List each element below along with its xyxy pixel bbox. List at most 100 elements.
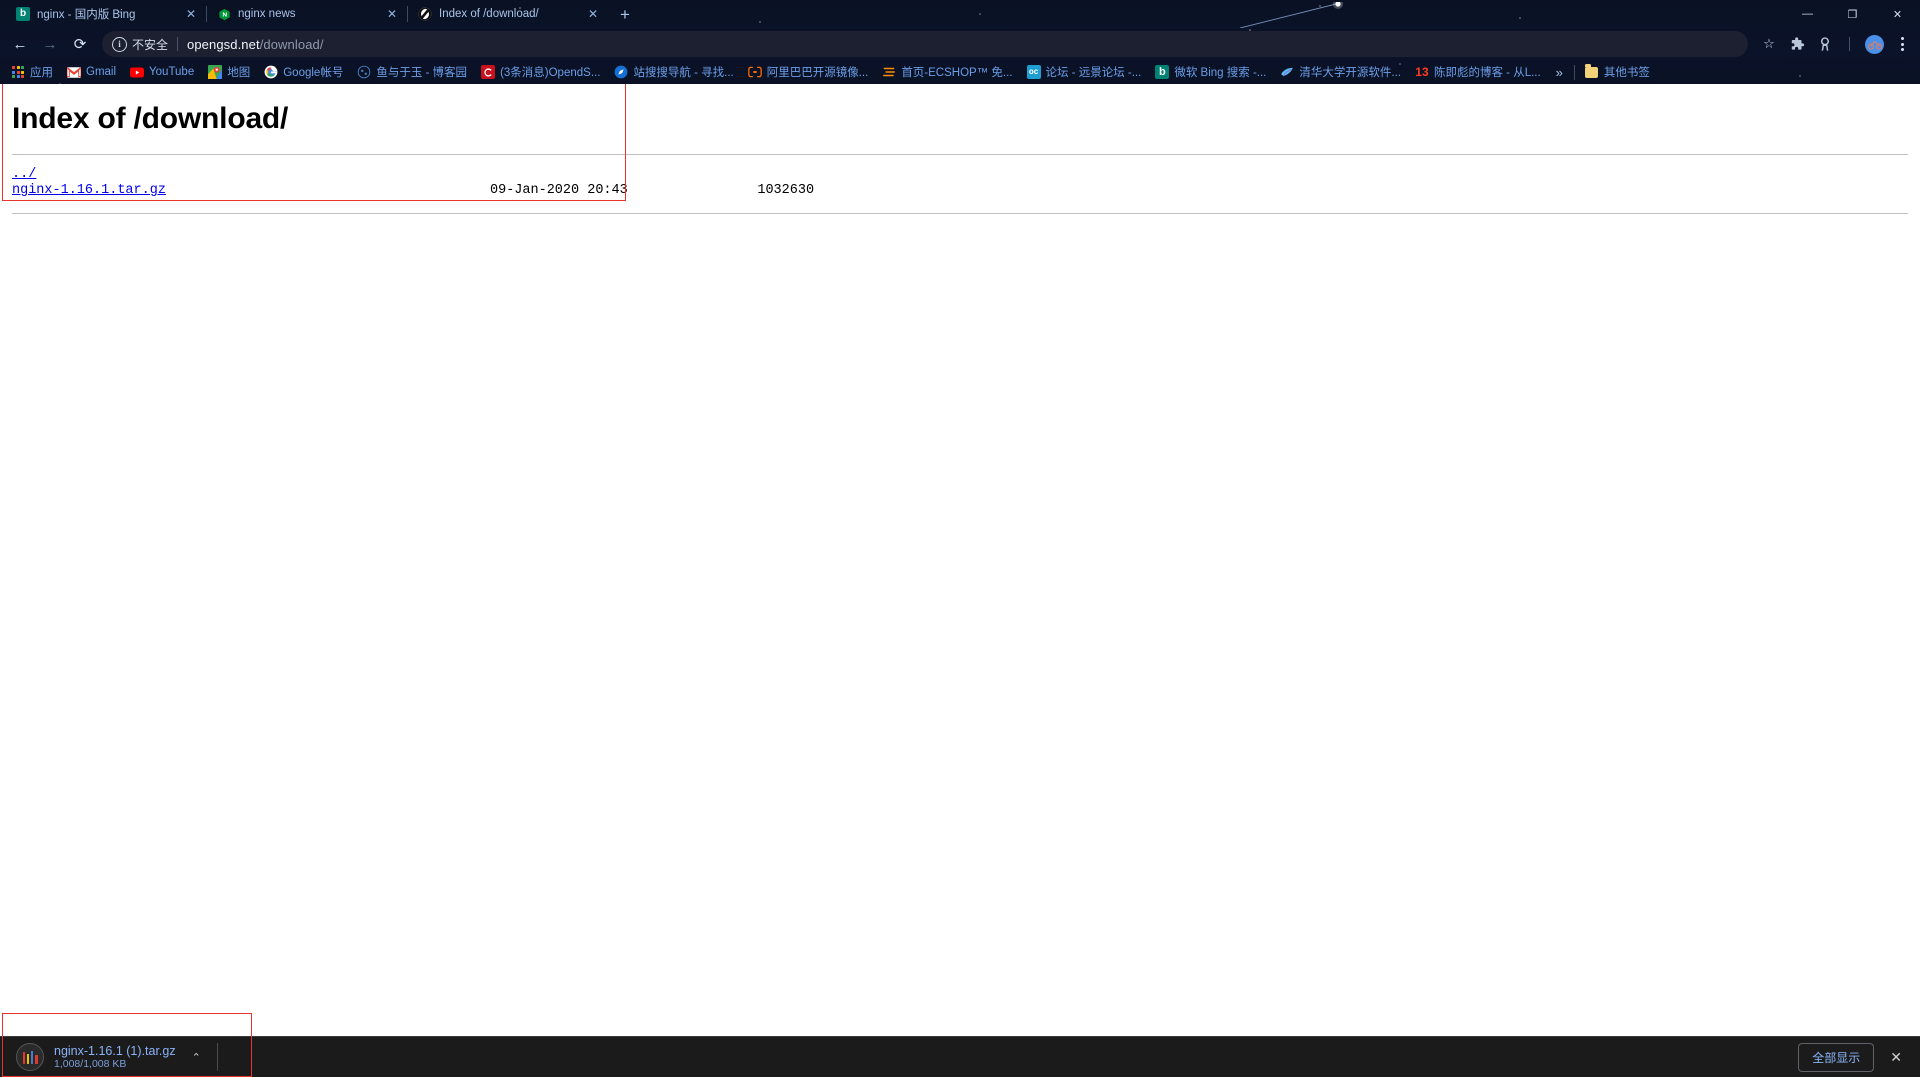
url-path: /download/	[259, 36, 324, 52]
bookmark-item-apps[interactable]: 应用	[4, 61, 60, 83]
bookmark-item-youtube[interactable]: YouTube	[123, 61, 201, 83]
omnibox-divider	[177, 37, 179, 51]
tab-2-active[interactable]: Index of /download/ ✕	[408, 0, 608, 28]
forward-button[interactable]: →	[36, 30, 64, 58]
show-all-downloads-button[interactable]: 全部显示	[1798, 1042, 1875, 1072]
ecshop-icon	[882, 65, 896, 79]
bookmark-item-tuna[interactable]: 清华大学开源软件...	[1273, 61, 1408, 83]
bookmark-item-csdn[interactable]: (3条消息)OpendS...	[474, 61, 607, 83]
gmail-icon	[67, 65, 81, 79]
bookmark-item-other-bookmarks[interactable]: 其他书签	[1578, 61, 1657, 83]
bookmark-label: 应用	[30, 67, 53, 79]
directory-index-page: Index of /download/ ../ nginx-1.16.1.tar…	[0, 102, 1920, 214]
bookmark-item-bing[interactable]: b 微软 Bing 搜索 -...	[1148, 61, 1273, 83]
security-label: 不安全	[132, 37, 169, 52]
maximize-button[interactable]: ❐	[1830, 0, 1875, 28]
horizontal-rule	[12, 154, 1908, 155]
reload-button[interactable]: ⟳	[66, 30, 94, 58]
bookmark-label: (3条消息)OpendS...	[500, 67, 601, 79]
bookmark-item-zhansousou[interactable]: 站搜搜导航 - 寻找...	[607, 61, 740, 83]
cnblogs-icon	[357, 65, 371, 79]
bing-icon: b	[1155, 65, 1170, 79]
bookmark-label: Google帐号	[283, 67, 344, 79]
bookmark-label: 首页-ECSHOP™ 免...	[901, 67, 1013, 79]
bookmarks-overflow-button[interactable]: »	[1548, 65, 1571, 80]
tab-close-icon[interactable]: ✕	[586, 7, 600, 21]
window-controls: — ❐ ✕	[1785, 0, 1920, 28]
close-download-shelf-button[interactable]: ✕	[1884, 1049, 1908, 1066]
bookmark-item-google-account[interactable]: Google帐号	[257, 61, 350, 83]
csdn-icon	[481, 65, 496, 79]
download-item[interactable]: nginx-1.16.1 (1).tar.gz 1,008/1,008 KB ⌃	[12, 1040, 205, 1074]
bookmark-label: 鱼与于玉 - 博客园	[376, 67, 468, 79]
address-bar[interactable]: i 不安全 opengsd.net/download/	[102, 31, 1748, 57]
url-text: opengsd.net/download/	[187, 37, 324, 52]
parent-directory-link[interactable]: ../	[12, 167, 36, 182]
bookmark-label: 微软 Bing 搜索 -...	[1174, 67, 1267, 79]
omnibox-wrapper: i 不安全 opengsd.net/download/	[102, 31, 1748, 57]
chrome-menu-button[interactable]	[1890, 31, 1914, 57]
file-link-nginx-tar-gz[interactable]: nginx-1.16.1.tar.gz	[12, 183, 166, 198]
bookmarks-separator	[1573, 64, 1575, 80]
bookmark-item-alibaba-mirrors[interactable]: 阿里巴巴开源镜像...	[741, 61, 876, 83]
alibaba-icon	[747, 65, 762, 79]
directory-listing: ../ nginx-1.16.1.tar.gz 09-Jan-2020 20:4…	[12, 167, 1908, 199]
youtube-icon	[130, 65, 145, 79]
tab-title: nginx news	[238, 8, 296, 20]
bookmark-item-ecshop[interactable]: 首页-ECSHOP™ 免...	[875, 61, 1019, 83]
bookmark-item-pcbeta[interactable]: ᴏᴄ 论坛 - 远景论坛 -...	[1020, 61, 1149, 83]
tab-title: nginx - 国内版 Bing	[37, 9, 136, 21]
bookmark-item-maps[interactable]: 地图	[201, 61, 257, 83]
bookmark-label: YouTube	[149, 66, 195, 78]
tab-close-icon[interactable]: ✕	[184, 7, 198, 21]
puzzle-icon[interactable]	[1784, 31, 1810, 57]
bookmark-label: 阿里巴巴开源镜像...	[766, 67, 869, 79]
minimize-button[interactable]: —	[1785, 0, 1830, 28]
download-shelf-actions: 全部显示 ✕	[1798, 1042, 1908, 1072]
tab-title: Index of /download/	[439, 8, 539, 20]
download-menu-chevron-icon[interactable]: ⌃	[192, 1051, 201, 1064]
blog-13-icon: 13	[1415, 65, 1429, 79]
bookmark-label: 其他书签	[1603, 67, 1650, 79]
close-window-button[interactable]: ✕	[1875, 0, 1920, 28]
download-divider	[216, 1043, 218, 1071]
pcbeta-icon: ᴏᴄ	[1026, 65, 1041, 79]
tab-close-icon[interactable]: ✕	[385, 7, 399, 21]
folder-icon	[1585, 64, 1599, 79]
apps-grid-icon	[11, 65, 25, 79]
bing-icon: b	[16, 7, 30, 21]
bookmark-star-icon[interactable]: ☆	[1756, 31, 1782, 57]
security-chip[interactable]: i 不安全	[112, 36, 168, 53]
bookmark-item-gmail[interactable]: Gmail	[60, 61, 123, 83]
bookmark-label: 站搜搜导航 - 寻找...	[633, 67, 734, 79]
maps-icon	[208, 65, 223, 79]
compass-icon	[614, 65, 628, 79]
page-title: Index of /download/	[12, 102, 289, 135]
download-file-name: nginx-1.16.1 (1).tar.gz	[54, 1043, 176, 1058]
extension-icon[interactable]	[1812, 31, 1838, 57]
avatar[interactable]	[1865, 34, 1884, 54]
archive-file-icon	[16, 1043, 44, 1071]
download-shelf: nginx-1.16.1 (1).tar.gz 1,008/1,008 KB ⌃…	[0, 1036, 1920, 1077]
tuna-icon	[1280, 65, 1294, 79]
bookmark-item-cnblogs[interactable]: 鱼与于玉 - 博客园	[350, 61, 474, 83]
url-host: opengsd.net	[187, 36, 260, 52]
tab-1[interactable]: nginx news ✕	[207, 0, 407, 28]
back-button[interactable]: ←	[6, 30, 34, 58]
bookmark-item-blog[interactable]: 13 陈即彪的博客 - 从L...	[1408, 61, 1548, 83]
toolbar-divider	[1849, 37, 1850, 51]
bookmark-label: 陈即彪的博客 - 从L...	[1433, 67, 1541, 79]
browser-window: b nginx - 国内版 Bing ✕ nginx news ✕ Index …	[0, 0, 1920, 1077]
bookmark-label: 地图	[227, 67, 251, 79]
bookmark-label: Gmail	[86, 66, 117, 78]
tab-0[interactable]: b nginx - 国内版 Bing ✕	[6, 0, 206, 28]
bookmark-label: 论坛 - 远景论坛 -...	[1045, 67, 1142, 79]
download-text-group: nginx-1.16.1 (1).tar.gz 1,008/1,008 KB	[54, 1044, 176, 1070]
new-tab-button[interactable]: +	[612, 2, 638, 28]
file-date: 09-Jan-2020 20:43	[490, 183, 628, 198]
google-icon	[264, 65, 278, 79]
browser-toolbar: ← → ⟳ i 不安全 opengsd.net/download/ ☆	[0, 28, 1920, 60]
file-size: 1032630	[757, 183, 815, 198]
page-viewport: Index of /download/ ../ nginx-1.16.1.tar…	[0, 84, 1920, 1036]
bookmark-label: 清华大学开源软件...	[1299, 67, 1401, 79]
